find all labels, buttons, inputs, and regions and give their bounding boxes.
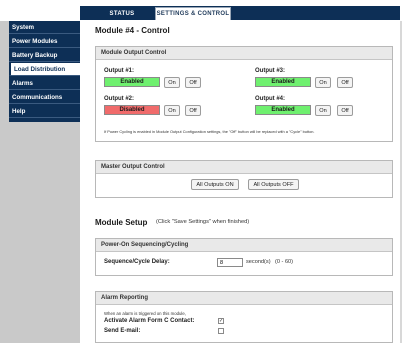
output-4-off-button[interactable]: Off [337, 105, 353, 116]
sidebar: System Power Modules Battery Backup Load… [9, 21, 80, 122]
sidebar-item-load-distribution[interactable]: Load Distribution [9, 63, 80, 76]
master-output-control-panel: Master Output Control [95, 160, 393, 198]
app-frame: STATUS SETTINGS & CONTROL System Power M… [0, 0, 410, 343]
output-3-status: Enabled [255, 77, 311, 87]
sidebar-item-communications[interactable]: Communications [9, 91, 80, 104]
all-outputs-off-button[interactable]: All Outputs OFF [248, 179, 299, 190]
output-4-label: Output #4: [255, 96, 285, 102]
sidebar-item-alarms[interactable]: Alarms [9, 77, 80, 90]
output-4-status: Enabled [255, 105, 311, 115]
alarm-description: When an alarm is triggered on this modul… [104, 311, 186, 316]
page-title: Module #4 - Control [95, 26, 170, 35]
panel-header: Alarm Reporting [96, 292, 392, 305]
output-3-off-button[interactable]: Off [337, 77, 353, 88]
checkmark-icon: ✓ [219, 318, 224, 324]
sidebar-item-help[interactable]: Help [9, 105, 80, 118]
right-border [400, 21, 402, 343]
module-output-control-panel: Module Output Control [95, 46, 393, 142]
sidebar-item-battery-backup[interactable]: Battery Backup [9, 49, 80, 62]
output-1-label: Output #1: [104, 68, 134, 74]
sequence-delay-input[interactable]: 8 [217, 258, 243, 267]
activate-alarm-label: Activate Alarm Form C Contact: [104, 318, 195, 324]
sequence-delay-label: Sequence/Cycle Delay: [104, 259, 170, 265]
alarm-reporting-panel: Alarm Reporting [95, 291, 393, 343]
module-setup-title: Module Setup [95, 218, 148, 227]
output-1-on-button[interactable]: On [164, 77, 180, 88]
output-4-on-button[interactable]: On [315, 105, 331, 116]
panel-header: Module Output Control [96, 47, 392, 60]
delay-unit: second(s) [246, 259, 271, 265]
activate-alarm-checkbox[interactable]: ✓ [218, 318, 224, 324]
all-outputs-on-button[interactable]: All Outputs ON [191, 179, 239, 190]
output-3-label: Output #3: [255, 68, 285, 74]
output-2-on-button[interactable]: On [164, 105, 180, 116]
sidebar-item-power-modules[interactable]: Power Modules [9, 35, 80, 48]
power-on-sequencing-panel: Power-On Sequencing/Cycling [95, 238, 393, 276]
tab-status[interactable]: STATUS [91, 7, 153, 20]
sidebar-filler [9, 122, 80, 343]
panel-header: Master Output Control [96, 161, 392, 174]
sidebar-item-system[interactable]: System [9, 21, 80, 34]
module-setup-hint: (Click "Save Settings" when finished) [156, 219, 250, 225]
tab-settings-control[interactable]: SETTINGS & CONTROL [155, 7, 231, 20]
output-1-status: Enabled [104, 77, 160, 87]
output-2-off-button[interactable]: Off [185, 105, 201, 116]
output-2-label: Output #2: [104, 96, 134, 102]
panel-header: Power-On Sequencing/Cycling [96, 239, 392, 252]
output-3-on-button[interactable]: On [315, 77, 331, 88]
delay-range: (0 - 60) [275, 259, 294, 265]
power-cycling-note: If Power Cycling is enabled in Module Ou… [104, 129, 315, 134]
send-email-label: Send E-mail: [104, 328, 141, 334]
left-gutter [0, 21, 9, 343]
send-email-checkbox[interactable] [218, 328, 224, 334]
output-1-off-button[interactable]: Off [185, 77, 201, 88]
output-2-status: Disabled [104, 105, 160, 115]
